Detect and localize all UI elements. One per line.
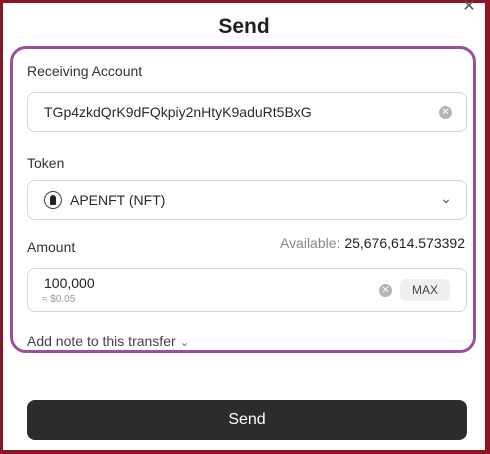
send-button[interactable]: Send (27, 400, 467, 440)
receiving-account-input[interactable]: TGp4zkdQrK9dFQkpiy2nHtyK9aduRt5BxG ✕ (27, 92, 467, 132)
available-value: 25,676,614.573392 (344, 235, 465, 251)
available-balance: Available: 25,676,614.573392 (280, 235, 465, 251)
token-label: Token (27, 155, 65, 171)
amount-usd-estimate: ≈ $0.05 (42, 294, 76, 305)
clear-icon[interactable]: ✕ (379, 284, 392, 297)
send-dialog: Send ✕ Receiving Account TGp4zkdQrK9dFQk… (3, 0, 485, 450)
amount-label: Amount (27, 239, 76, 255)
clear-icon[interactable]: ✕ (439, 106, 452, 119)
receiving-account-label: Receiving Account (27, 63, 143, 79)
apenft-token-icon (44, 191, 62, 209)
amount-input[interactable]: 100,000 ≈ $0.05 ✕ MAX (27, 268, 467, 312)
amount-value: 100,000 (44, 275, 95, 291)
send-form-panel: Receiving Account TGp4zkdQrK9dFQkpiy2nHt… (10, 46, 476, 353)
add-note-toggle[interactable]: Add note to this transfer ⌄ (27, 333, 190, 349)
token-value: APENFT (NFT) (70, 192, 166, 208)
close-icon[interactable]: ✕ (461, 0, 477, 15)
max-button[interactable]: MAX (400, 279, 450, 301)
available-label: Available: (279, 235, 341, 251)
chevron-down-icon: ⌄ (179, 335, 190, 349)
add-note-label: Add note to this transfer (27, 333, 176, 349)
token-select[interactable]: APENFT (NFT) ⌄ (27, 180, 467, 220)
chevron-down-icon: ⌄ (440, 190, 452, 206)
dialog-title: Send (218, 15, 270, 38)
receiving-account-value: TGp4zkdQrK9dFQkpiy2nHtyK9aduRt5BxG (44, 104, 312, 120)
